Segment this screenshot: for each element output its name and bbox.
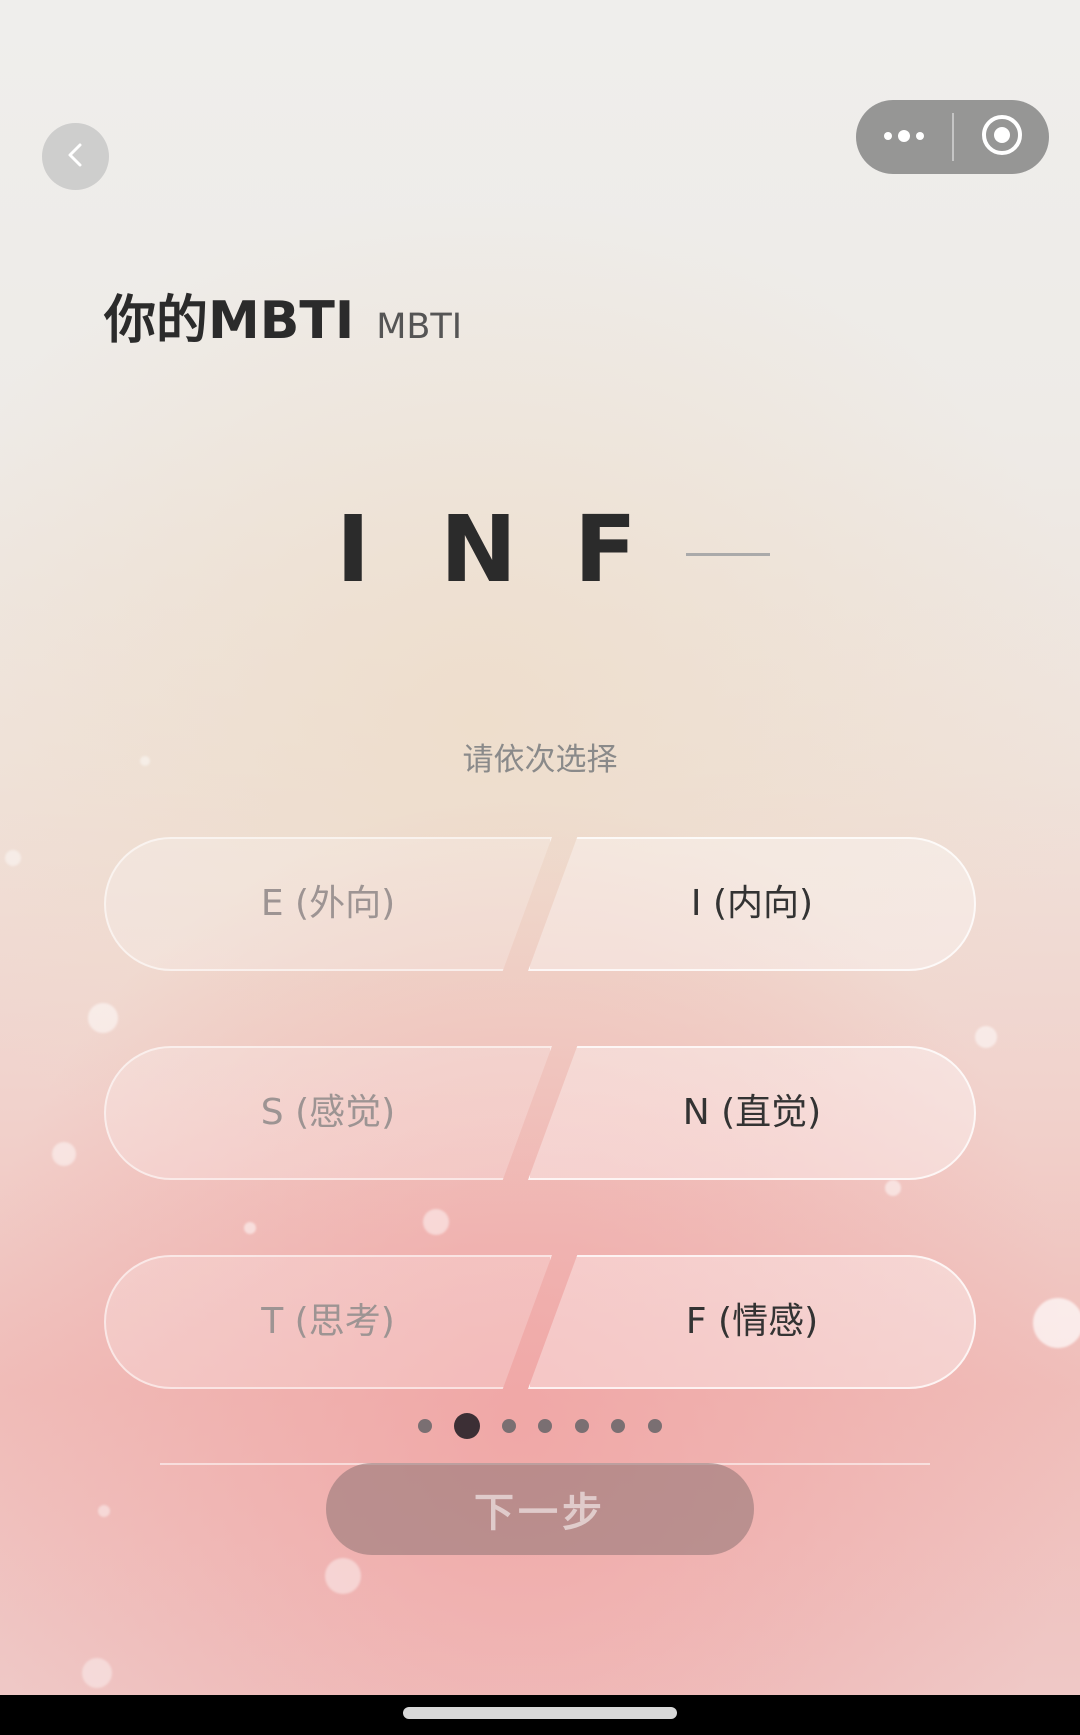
- result-letter-placeholder: [686, 553, 770, 556]
- page-header: 你的MBTI MBTI: [104, 278, 462, 353]
- page-dot[interactable]: [538, 1419, 552, 1433]
- option-f-feeling[interactable]: F (情感): [528, 1255, 976, 1389]
- sparkle: [88, 1003, 118, 1033]
- option-label: E (外向): [260, 883, 396, 924]
- page-dot[interactable]: [611, 1419, 625, 1433]
- option-label: S (感觉): [260, 1092, 396, 1133]
- target-circle-icon: [980, 113, 1024, 161]
- more-dots-icon: [882, 128, 926, 147]
- chevron-left-icon: [61, 140, 91, 174]
- option-t-thinking[interactable]: T (思考): [104, 1255, 552, 1389]
- mbti-result: I N F: [0, 495, 1080, 605]
- sparkle: [98, 1505, 110, 1517]
- sparkle: [423, 1209, 449, 1235]
- sparkle: [975, 1026, 997, 1048]
- page-dot[interactable]: [418, 1419, 432, 1433]
- page-dot[interactable]: [575, 1419, 589, 1433]
- sparkle: [1033, 1298, 1080, 1348]
- close-button[interactable]: [954, 100, 1049, 174]
- option-label: N (直觉): [682, 1092, 822, 1133]
- option-label: I (内向): [690, 883, 814, 924]
- sparkle: [885, 1180, 901, 1196]
- home-indicator[interactable]: [403, 1707, 677, 1719]
- result-letter-1: I: [336, 496, 371, 603]
- selection-hint: 请依次选择: [462, 742, 618, 778]
- more-button[interactable]: [856, 100, 952, 174]
- option-label: F (情感): [685, 1301, 819, 1342]
- option-s-sensing[interactable]: S (感觉): [104, 1046, 552, 1180]
- next-step-button[interactable]: 下一步: [326, 1463, 754, 1555]
- sparkle: [325, 1558, 361, 1594]
- result-letter-3: F: [574, 496, 637, 603]
- page-dot[interactable]: [648, 1419, 662, 1433]
- page-indicator: [0, 1413, 1080, 1439]
- page-subtitle: MBTI: [376, 307, 463, 347]
- mini-program-capsule: [856, 100, 1049, 174]
- back-button[interactable]: [42, 123, 109, 190]
- option-i-introvert[interactable]: I (内向): [528, 837, 976, 971]
- option-e-extrovert[interactable]: E (外向): [104, 837, 552, 971]
- option-label: T (思考): [261, 1301, 395, 1342]
- sparkle: [82, 1658, 112, 1688]
- sparkle: [52, 1142, 76, 1166]
- result-letter-2: N: [440, 496, 517, 603]
- option-n-intuition[interactable]: N (直觉): [528, 1046, 976, 1180]
- sparkle: [5, 850, 21, 866]
- sparkle: [244, 1222, 256, 1234]
- page-dot[interactable]: [502, 1419, 516, 1433]
- page-title: 你的MBTI: [104, 291, 355, 351]
- page-dot-active[interactable]: [454, 1413, 480, 1439]
